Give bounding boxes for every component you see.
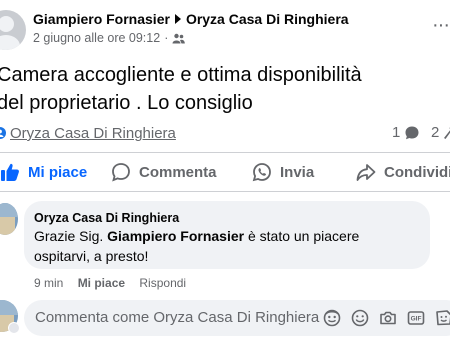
- author-name[interactable]: Giampiero Fornasier: [33, 11, 170, 27]
- comment-author[interactable]: Oryza Casa Di Ringhiera: [34, 211, 179, 225]
- avatar-sticker-icon[interactable]: [322, 308, 342, 328]
- comment-text: Grazie Sig. Giampiero Fornasier è stato …: [34, 226, 359, 266]
- divider: [0, 191, 450, 192]
- gif-icon[interactable]: GIF: [406, 308, 426, 328]
- share-button[interactable]: Condividi: [356, 153, 450, 191]
- camera-icon[interactable]: [378, 308, 398, 328]
- target-page-name[interactable]: Oryza Casa Di Ringhiera: [186, 11, 349, 27]
- comment-input-placeholder[interactable]: Commenta come Oryza Casa Di Ringhiera: [35, 309, 319, 326]
- comment-label: Commenta: [139, 163, 217, 181]
- comment-text-line: ospitarvi, a presto!: [34, 248, 149, 264]
- more-options-icon[interactable]: ···: [432, 15, 450, 35]
- comment-bubble: Oryza Casa Di Ringhiera Grazie Sig. Giam…: [24, 201, 430, 269]
- send-button[interactable]: Invia: [252, 153, 314, 191]
- comment-time[interactable]: 9 min: [34, 276, 63, 290]
- arrow-right-icon: [174, 14, 181, 24]
- author-avatar[interactable]: [0, 10, 26, 50]
- emoji-icon[interactable]: [350, 308, 370, 328]
- comment-reply-button[interactable]: Rispondi: [139, 276, 186, 290]
- like-icon: [1, 163, 19, 181]
- composer-icons: GIF: [322, 308, 450, 328]
- comment-mention[interactable]: Giampiero Fornasier: [107, 228, 244, 244]
- comment-icon: [112, 163, 130, 182]
- author-line: Giampiero Fornasier Oryza Casa Di Ringhie…: [33, 11, 349, 27]
- comment-count-icon[interactable]: [404, 125, 420, 141]
- comment-avatar[interactable]: [0, 203, 18, 235]
- post-text: Camera accogliente e ottima disponibilit…: [0, 61, 450, 117]
- comment-text-part: Grazie Sig.: [34, 228, 108, 244]
- comment-button[interactable]: Commenta: [111, 153, 217, 191]
- sticker-icon[interactable]: [434, 308, 450, 328]
- share-count-icon[interactable]: [443, 125, 450, 141]
- share-icon: [356, 164, 376, 181]
- post-meta: 2 giugno alle ore 09:12 ·: [33, 31, 186, 45]
- send-label: Invia: [280, 163, 315, 181]
- tagged-page-link[interactable]: Oryza Casa Di Ringhiera: [10, 125, 176, 142]
- post-text-line: del proprietario . Lo consiglio: [0, 92, 253, 114]
- comment-text-part: è stato un piacere: [244, 228, 360, 244]
- chevron-down-icon[interactable]: [8, 322, 20, 334]
- share-label: Condividi: [384, 163, 450, 181]
- post-timestamp[interactable]: 2 giugno alle ore 09:12: [33, 31, 160, 45]
- audience-friends-icon[interactable]: [172, 33, 186, 44]
- page-icon: [0, 127, 6, 139]
- comment-meta: 9 min Mi piace Rispondi: [34, 276, 197, 290]
- post-header: Giampiero Fornasier Oryza Casa Di Ringhie…: [0, 0, 450, 56]
- meta-separator: ·: [164, 31, 169, 45]
- comment-count[interactable]: 1: [392, 124, 400, 141]
- svg-text:GIF: GIF: [411, 316, 422, 323]
- like-label: Mi piace: [28, 163, 88, 181]
- share-count[interactable]: 2: [431, 124, 439, 141]
- whatsapp-icon: [252, 163, 271, 182]
- post-text-line: Camera accogliente e ottima disponibilit…: [0, 64, 362, 86]
- comment-like-button[interactable]: Mi piace: [78, 276, 125, 290]
- action-bar: Mi piace Commenta Invia Condividi: [0, 153, 450, 191]
- comment-composer[interactable]: Commenta come Oryza Casa Di Ringhiera GI…: [24, 300, 450, 336]
- like-button[interactable]: Mi piace: [0, 153, 87, 191]
